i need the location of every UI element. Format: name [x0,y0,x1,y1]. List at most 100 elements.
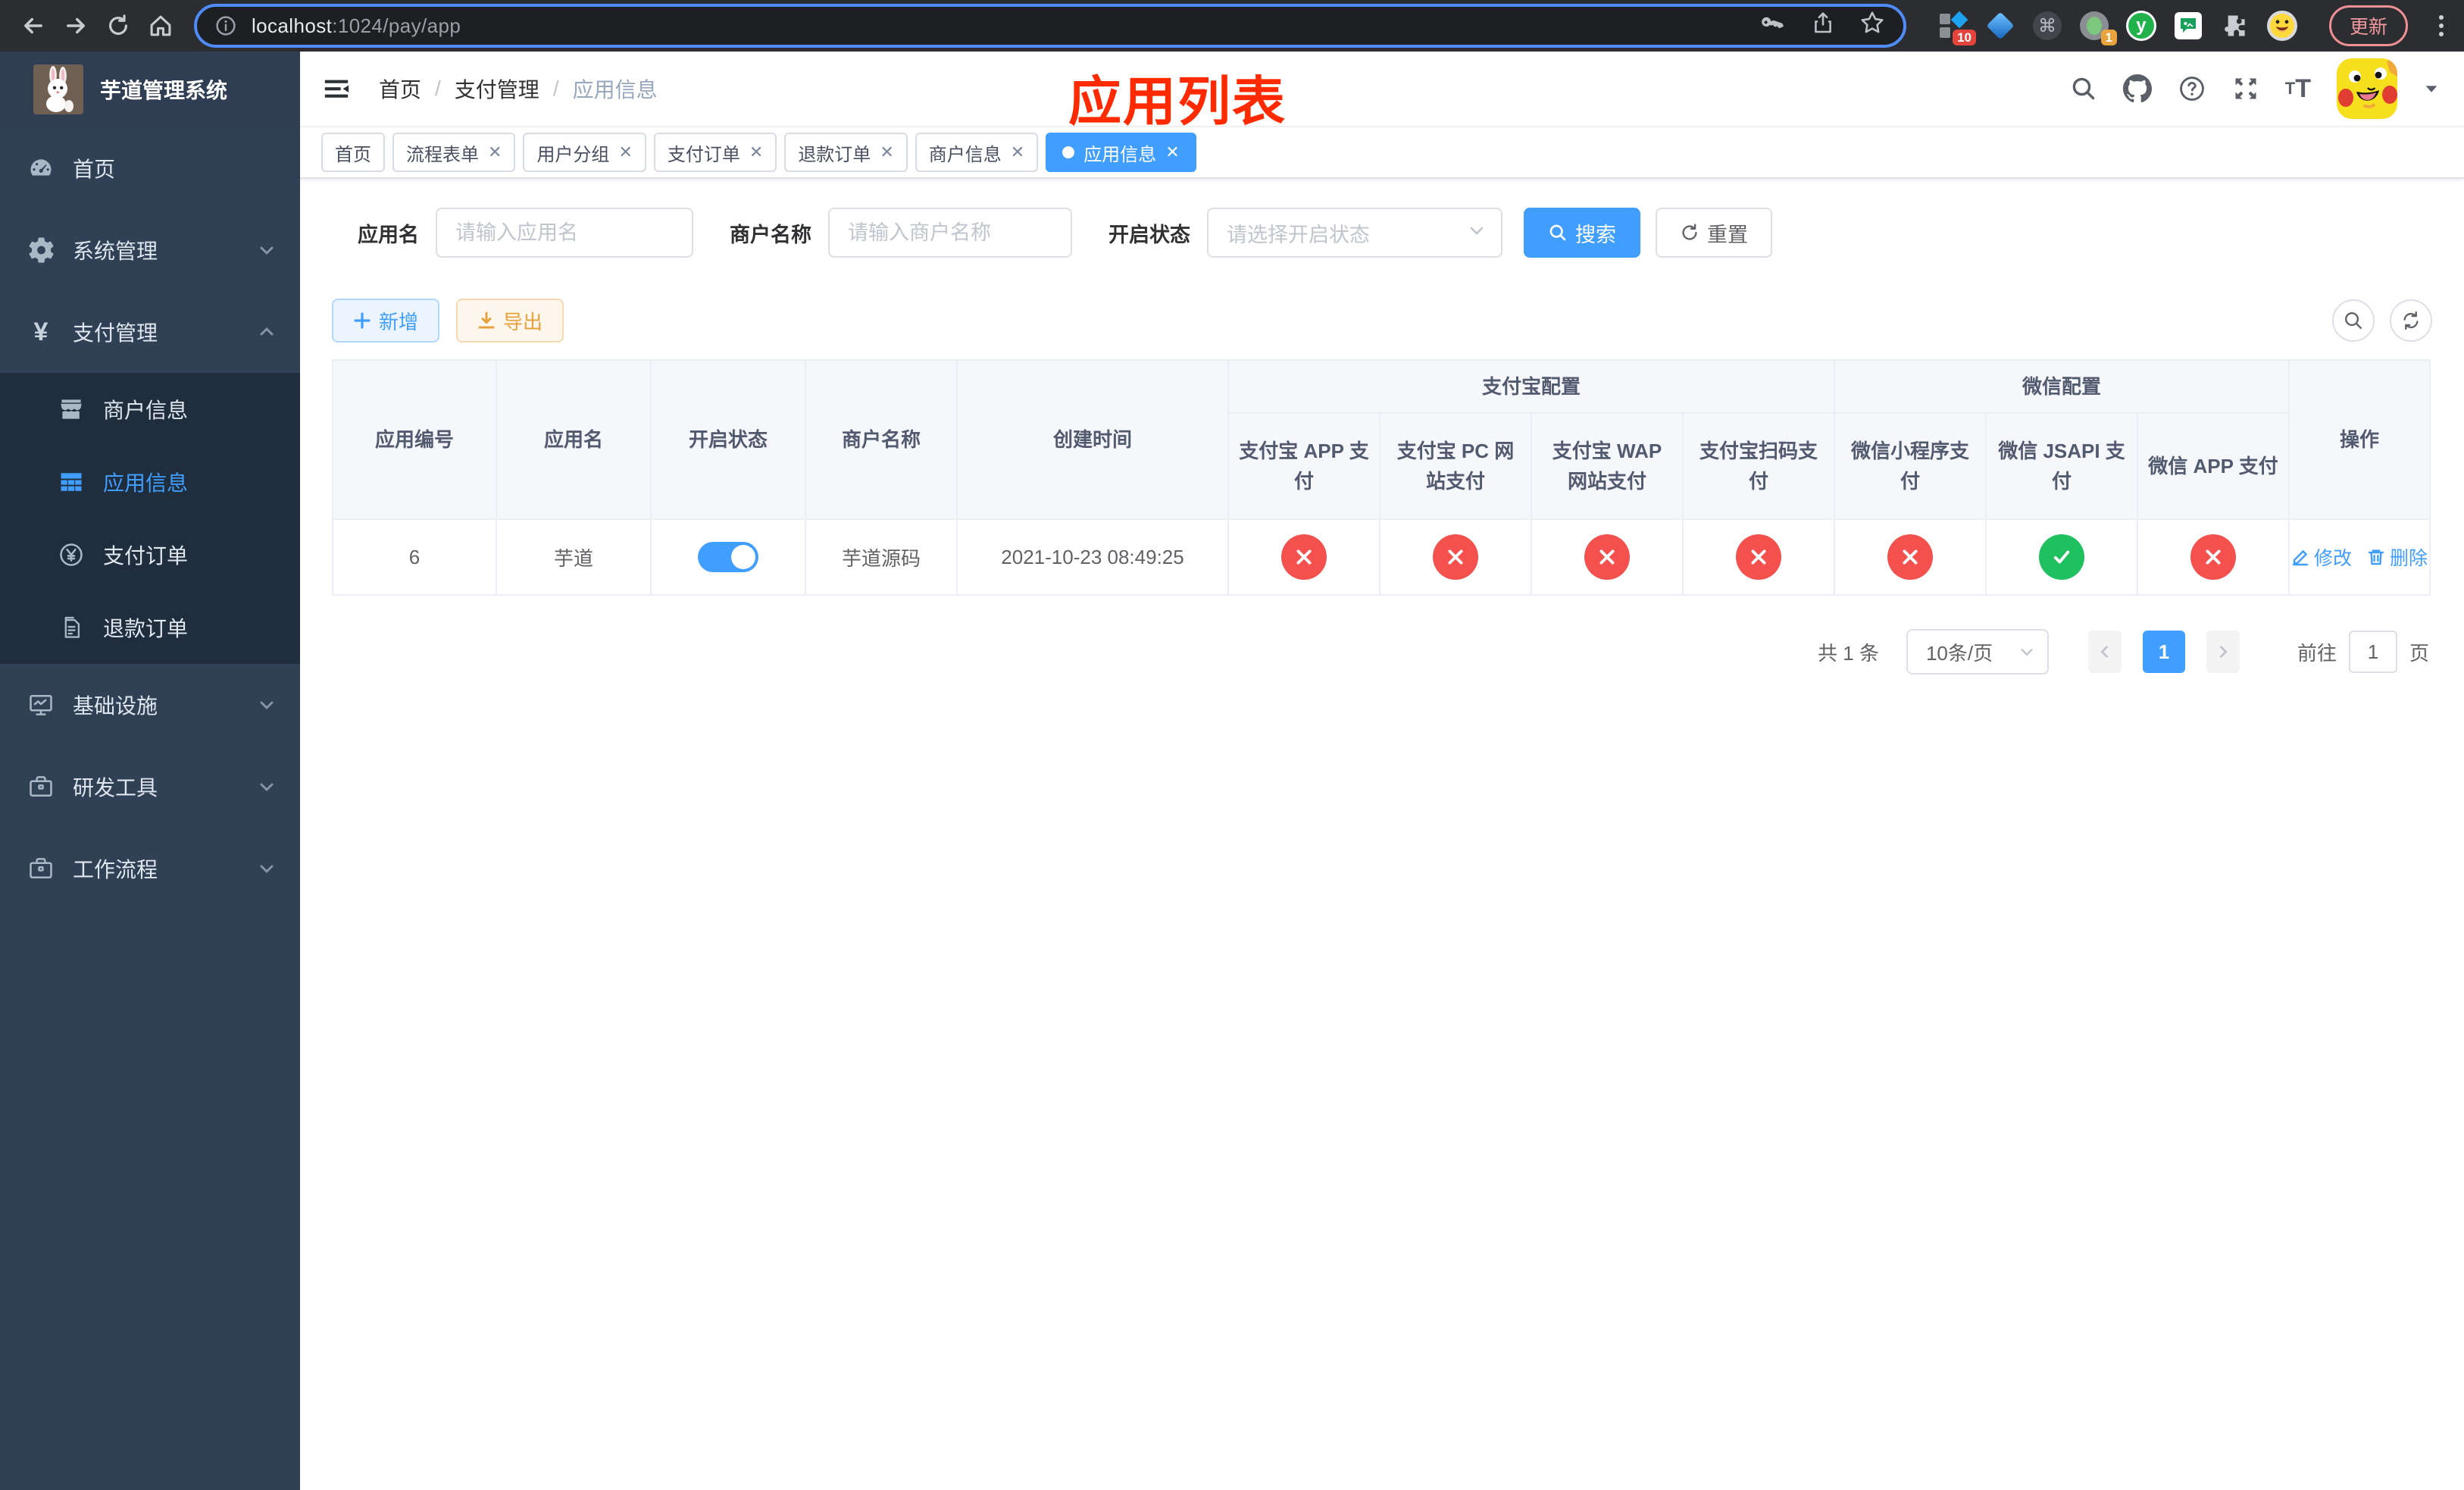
disabled-icon [1433,534,1478,580]
tag-view-bar: 首页 流程表单 ✕ 用户分组 ✕ 支付订单 ✕ 退款订单 ✕ 商户信息 ✕ 应用信息 ✕ [300,127,2464,179]
tab-pay-order[interactable]: 支付订单 ✕ [653,133,777,172]
grid-icon [58,468,85,496]
app-title: 芋道管理系统 [100,79,228,102]
extension-kite-icon[interactable] [1985,11,2015,41]
app-name-input[interactable] [436,208,693,258]
extension-chat-icon[interactable] [2173,11,2203,41]
profile-emoji-avatar[interactable] [2266,11,2297,41]
page-content: 应用名 商户名称 开启状态 请选择开启状态 搜索 重置 [300,179,2464,1490]
search-icon[interactable] [2070,75,2097,102]
fullscreen-icon[interactable] [2232,75,2259,102]
sidebar-item-infrastructure[interactable]: 基础设施 [0,664,300,746]
close-icon[interactable]: ✕ [1011,144,1024,161]
page-number-1[interactable]: 1 [2142,631,2185,673]
sidebar-item-dev-tools[interactable]: 研发工具 [0,746,300,828]
close-icon[interactable]: ✕ [488,144,502,161]
document-icon [58,614,85,641]
chevron-down-icon [258,696,276,714]
tab-merchant-info[interactable]: 商户信息 ✕ [915,133,1039,172]
chevron-down-icon [258,859,276,878]
sidebar-item-home[interactable]: 首页 [0,127,300,209]
col-group-wechat: 微信配置 [1834,359,2290,414]
help-icon[interactable] [2178,74,2206,103]
tab-user-group[interactable]: 用户分组 ✕ [523,133,646,172]
breadcrumb-payment[interactable]: 支付管理 [455,74,539,104]
toggle-search-button[interactable] [2332,299,2375,342]
avatar-caret-icon[interactable] [2423,80,2440,97]
cell-app-id: 6 [332,518,497,596]
goto-page-input[interactable] [2348,631,2397,673]
site-info-icon[interactable] [215,15,236,36]
browser-back-button[interactable] [12,5,55,47]
browser-menu-icon[interactable] [2431,11,2452,41]
prev-page-button[interactable] [2087,631,2122,673]
disabled-icon [2190,534,2237,580]
extension-command-icon[interactable]: ⌘ [2032,11,2062,41]
sidebar-item-merchant-info[interactable]: 商户信息 [0,373,300,446]
browser-update-button[interactable]: 更新 [2328,5,2408,46]
export-button[interactable]: 导出 [456,299,564,343]
sidebar-item-refund-order[interactable]: 退款订单 [0,591,300,664]
delete-link[interactable]: 删除 [2367,543,2428,571]
tab-home[interactable]: 首页 [321,133,385,172]
status-toggle[interactable] [698,542,758,572]
browser-home-button[interactable] [139,5,182,47]
password-key-icon[interactable] [1761,10,1787,42]
close-icon[interactable]: ✕ [618,144,632,161]
sidebar-item-app-info[interactable]: 应用信息 [0,446,300,518]
app-logo[interactable]: 芋道管理系统 [0,52,300,127]
col-alipay-qr: 支付宝扫码支付 [1681,412,1836,520]
sidebar-item-pay-order[interactable]: 支付订单 [0,518,300,591]
next-page-button[interactable] [2206,631,2240,673]
sidebar-item-label: 支付管理 [73,321,158,345]
breadcrumb-home[interactable]: 首页 [379,74,421,104]
breadcrumb-current: 应用信息 [572,78,658,102]
extensions-puzzle-icon[interactable] [2220,11,2250,41]
github-icon[interactable] [2122,74,2152,103]
edit-link[interactable]: 修改 [2291,543,2352,571]
yen-circle-icon [58,541,85,568]
page-size-select[interactable]: 10条/页 [1906,629,2049,675]
sidebar-item-label: 支付订单 [103,544,189,568]
browser-forward-button[interactable] [55,5,97,47]
address-bar[interactable]: localhost:1024/pay/app [194,4,1906,48]
col-merchant: 商户名称 [805,359,958,520]
add-button[interactable]: 新增 [332,299,440,343]
user-avatar[interactable] [2337,58,2397,119]
status-select[interactable]: 请选择开启状态 [1207,208,1502,258]
font-size-icon[interactable]: TT [2285,76,2311,102]
sidebar-item-payment[interactable]: ¥ 支付管理 [0,291,300,373]
sidebar-item-workflow[interactable]: 工作流程 [0,828,300,909]
tab-app-info[interactable]: 应用信息 ✕ [1046,133,1196,172]
close-icon[interactable]: ✕ [1165,144,1179,161]
merchant-name-label: 商户名称 [730,223,811,246]
cell-status [650,518,806,596]
disabled-icon [1736,534,1781,580]
tab-process-form[interactable]: 流程表单 ✕ [392,133,516,172]
cell-created: 2021-10-23 08:49:25 [956,518,1229,596]
refresh-button[interactable] [2390,299,2432,342]
sidebar-item-label: 商户信息 [103,399,189,422]
tab-refund-order[interactable]: 退款订单 ✕ [784,133,908,172]
reset-button[interactable]: 重置 [1656,208,1772,258]
col-wechat-mini: 微信小程序支付 [1834,412,1987,520]
sidebar-collapse-icon[interactable] [321,74,352,104]
url-text: localhost:1024/pay/app [252,14,461,37]
monitor-chart-icon [27,691,55,718]
sidebar-item-system[interactable]: 系统管理 [0,209,300,291]
search-button[interactable]: 搜索 [1524,208,1640,258]
share-icon[interactable] [1811,11,1835,41]
bookmark-star-icon[interactable] [1859,10,1885,42]
col-alipay-pc: 支付宝 PC 网站支付 [1379,412,1532,520]
sidebar: 芋道管理系统 首页 系统管理 ¥ 支付管理 商户信息 应用信息 支付订单 退款订… [0,52,300,1490]
extension-grid-diamond-icon[interactable]: 10 [1938,11,1976,45]
close-icon[interactable]: ✕ [880,144,893,161]
extension-oval-icon[interactable]: 1 [2079,11,2117,45]
close-icon[interactable]: ✕ [749,144,763,161]
merchant-name-input[interactable] [828,208,1072,258]
browser-reload-button[interactable] [97,5,139,47]
extension-y-icon[interactable]: y [2125,11,2156,41]
yen-icon: ¥ [33,318,48,346]
col-wechat-jsapi: 微信 JSAPI 支付 [1985,412,2139,520]
payment-submenu: 商户信息 应用信息 支付订单 退款订单 [0,373,300,664]
